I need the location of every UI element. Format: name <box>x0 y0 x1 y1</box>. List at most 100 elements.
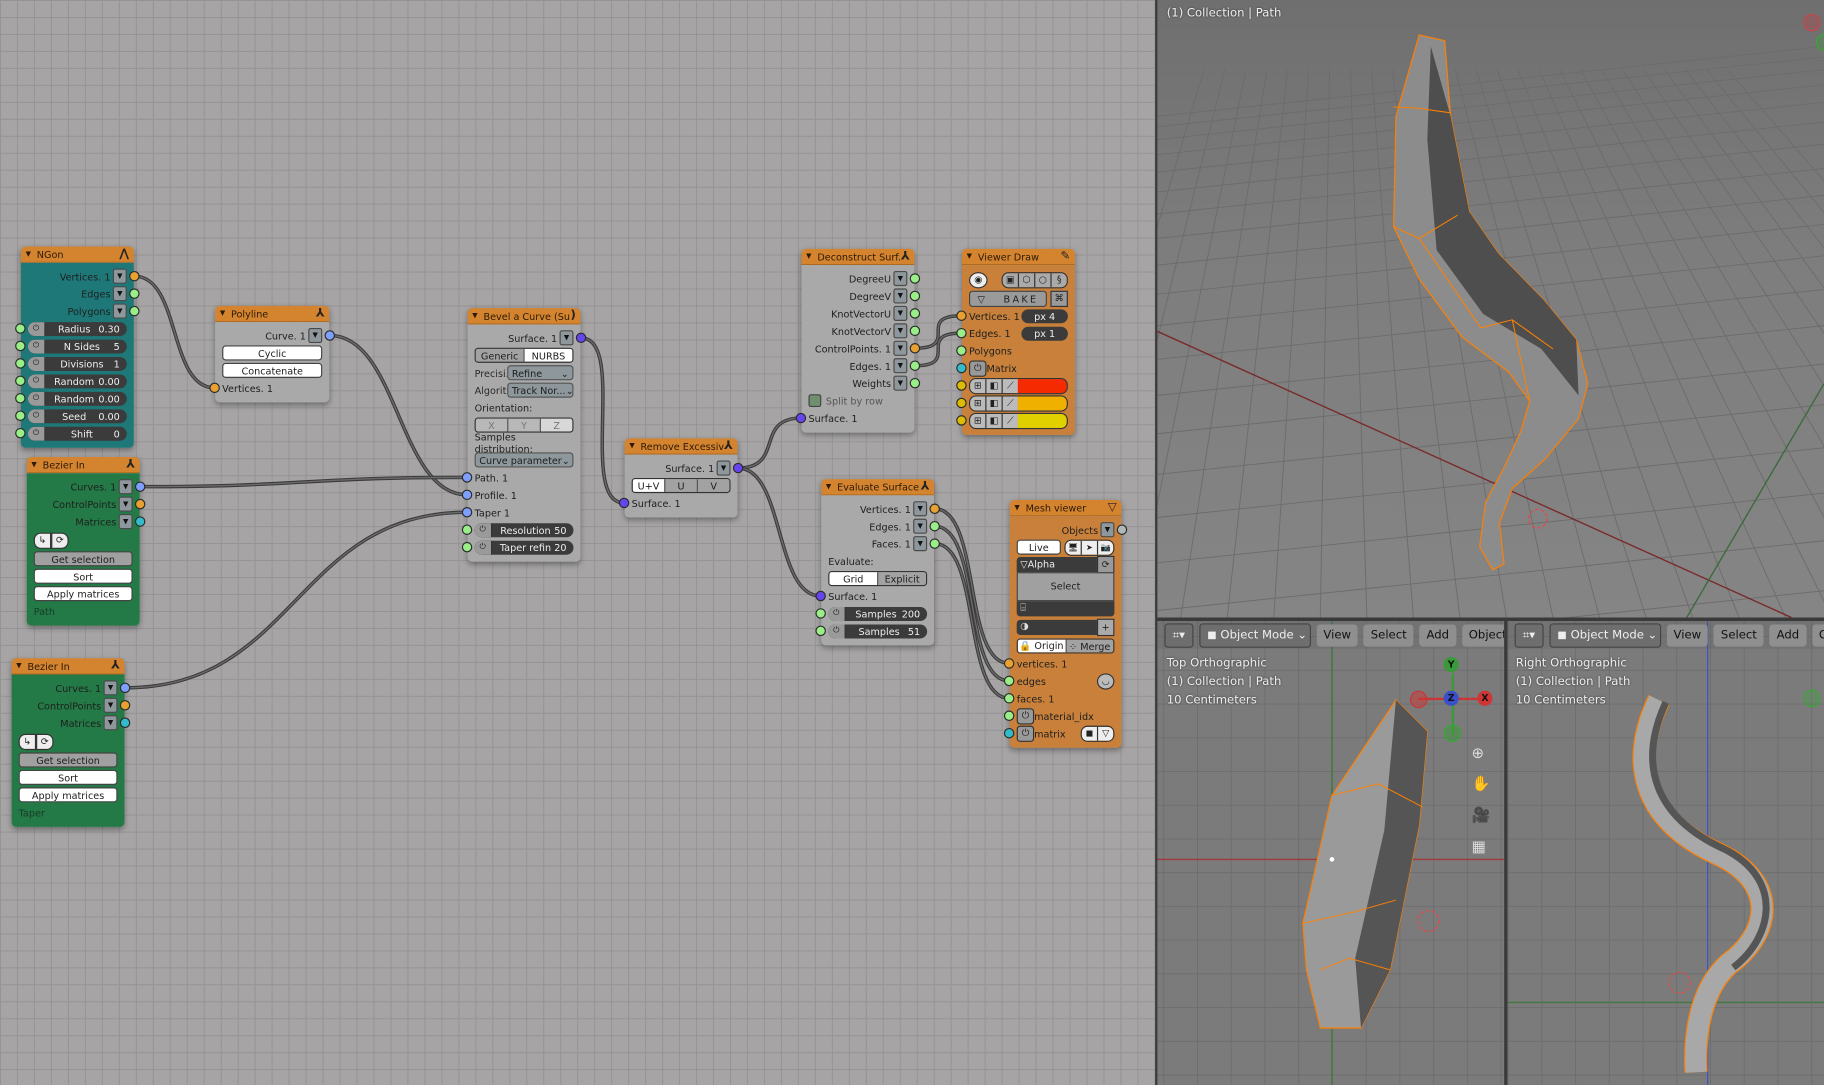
node-link[interactable] <box>934 507 1010 666</box>
socket[interactable] <box>461 472 473 483</box>
sort-button[interactable]: Sort <box>18 769 118 785</box>
node-link[interactable] <box>140 476 468 488</box>
socket[interactable] <box>956 327 967 339</box>
toggle-option[interactable]: U+V <box>632 479 665 492</box>
wireframe-icon[interactable]: ▽ <box>1096 726 1114 741</box>
grid-toggle-icon[interactable]: ▦ <box>1472 838 1486 855</box>
socket[interactable] <box>119 700 131 711</box>
plug-icon[interactable]: ⏻ <box>27 321 46 336</box>
plug-icon[interactable]: ⏻ <box>828 623 846 638</box>
toggle-option[interactable]: Y <box>507 418 540 432</box>
node-mesh[interactable]: ▼ Mesh viewer ▽ Objects ▼ Live 🖥 ➤ 📷 ▽ Alpha ⟳ Sele… <box>1003 500 1128 748</box>
node-link[interactable] <box>125 510 468 690</box>
collapse-triangle-icon[interactable]: ▼ <box>26 250 31 258</box>
plug-icon[interactable]: ⏻ <box>27 356 46 371</box>
color-swatch[interactable] <box>1017 378 1067 393</box>
menu-add[interactable]: Add <box>1769 623 1807 646</box>
get-selection-button[interactable]: Get selection <box>18 752 118 768</box>
gizmo-x[interactable]: X <box>1477 690 1493 706</box>
menu-object[interactable]: Object <box>1461 623 1505 646</box>
socket[interactable] <box>815 625 826 637</box>
node-link[interactable] <box>934 525 1010 682</box>
socket[interactable] <box>956 310 967 321</box>
toggle-option[interactable]: V <box>696 479 730 492</box>
output-dropdown[interactable]: ▼ <box>112 286 127 302</box>
output-dropdown[interactable]: ▼ <box>559 330 574 346</box>
output-dropdown[interactable]: ▼ <box>1100 522 1115 538</box>
toggle-option[interactable]: U <box>664 479 697 492</box>
edge-icon[interactable]: ⟋ <box>1001 413 1018 428</box>
plug-icon[interactable]: ⏻ <box>27 408 46 423</box>
node-link[interactable] <box>738 416 801 470</box>
collapse-triangle-icon[interactable]: ▼ <box>806 252 811 260</box>
viewport-perspective[interactable]: (1) Collection | Path <box>1157 0 1824 618</box>
socket[interactable] <box>909 290 921 302</box>
gizmo-y[interactable]: Y <box>1443 657 1459 673</box>
plug-icon[interactable]: ⏻ <box>27 426 46 441</box>
display-icon[interactable]: ⊞ <box>970 378 986 393</box>
node-header[interactable]: ▼ Bezier In ⅄ <box>11 658 125 675</box>
socket[interactable] <box>956 345 967 356</box>
gizmo-x-neg[interactable] <box>1409 690 1428 709</box>
select-dropdown[interactable]: Refine ⌄ <box>507 365 574 381</box>
socket[interactable] <box>1003 675 1015 687</box>
node-header[interactable]: ▼ Remove Excessiv... ⅄ <box>624 438 738 455</box>
socket[interactable] <box>815 590 826 602</box>
collapse-triangle-icon[interactable]: ▼ <box>472 312 477 320</box>
slider-divisions[interactable]: ⏻ Divisions 1 <box>27 356 127 371</box>
socket[interactable] <box>15 358 26 369</box>
edge-icon[interactable]: ⟋ <box>1001 378 1018 393</box>
node-evals[interactable]: ▼ Evaluate Surface ⅄ Vertices. 1 ▼ Edges. 1 ▼ F… <box>815 479 940 646</box>
display-icon[interactable]: ⊞ <box>970 413 986 428</box>
select-button[interactable]: Select <box>1016 571 1115 601</box>
mode-dropdown[interactable]: ◼ Object Mode ⌄ <box>1549 622 1661 648</box>
node-remove[interactable]: ▼ Remove Excessiv... ⅄ Surface. 1 ▼ U+V U V Surf… <box>618 438 744 518</box>
node-bez-path[interactable]: ▼ Bezier In ⅄ Curves. 1 ▼ ControlPoints ▼ Matri… <box>26 457 146 626</box>
output-dropdown[interactable]: ▼ <box>893 288 908 304</box>
toggle-option[interactable]: Z <box>539 418 573 432</box>
gizmo-y-neg[interactable] <box>1803 689 1821 708</box>
shade-icon[interactable]: ◧ <box>985 378 1002 393</box>
node-link[interactable] <box>914 332 962 367</box>
refresh-icon[interactable]: ⟳ <box>1096 555 1115 573</box>
viewport-right[interactable]: ⌗▾ ◼ Object Mode ⌄ View Select Add Obj R… <box>1507 620 1824 1085</box>
slider-random[interactable]: ⏻ Random 0.00 <box>27 391 127 406</box>
node-link[interactable] <box>125 511 468 689</box>
camera-icon[interactable]: 🎥 <box>1472 807 1491 824</box>
pan-hand-icon[interactable]: ✋ <box>1472 776 1491 793</box>
node-header[interactable]: ▼ Bevel a Curve (Su...) <box>467 308 581 325</box>
zoom-icon[interactable]: ⊕ <box>1472 745 1485 762</box>
socket[interactable] <box>134 481 146 492</box>
node-link[interactable] <box>738 467 821 597</box>
slider-n-sides[interactable]: ⏻ N Sides 5 <box>27 338 127 353</box>
cyclic-button[interactable]: Cyclic <box>222 345 323 361</box>
socket[interactable] <box>119 682 131 694</box>
color-swatch[interactable] <box>1017 395 1067 410</box>
socket[interactable] <box>618 497 630 509</box>
menu-view[interactable]: View <box>1316 623 1358 646</box>
plug-icon[interactable]: ⏻ <box>27 338 46 353</box>
menu-select[interactable]: Select <box>1363 623 1414 646</box>
socket[interactable] <box>909 360 921 371</box>
alpha-field[interactable]: ▽ Alpha <box>1016 556 1097 572</box>
cycle-icon[interactable]: ⟳ <box>36 733 54 750</box>
collapse-triangle-icon[interactable]: ▼ <box>1014 504 1019 512</box>
plug-icon[interactable]: ⏻ <box>1016 707 1035 724</box>
gizmo-y-neg[interactable] <box>1443 724 1462 742</box>
output-dropdown[interactable]: ▼ <box>893 305 908 321</box>
solid-icon[interactable]: ◼ <box>1081 726 1097 741</box>
node-polyline[interactable]: ▼ Polyline ⅄ Curve. 1 ▼ Cyclic Concatenate Vert… <box>209 305 336 403</box>
eye-icon[interactable]: ◉ <box>969 271 988 288</box>
wire-icon[interactable]: § <box>1050 272 1067 287</box>
socket[interactable] <box>732 462 744 474</box>
socket[interactable] <box>129 288 140 299</box>
get-selection-button[interactable]: Get selection <box>33 551 133 567</box>
output-dropdown[interactable]: ▼ <box>913 536 928 552</box>
menu-select[interactable]: Select <box>1713 623 1764 646</box>
socket[interactable] <box>956 380 967 391</box>
node-link[interactable] <box>914 315 962 349</box>
socket[interactable] <box>795 412 807 424</box>
node-link[interactable] <box>134 275 215 389</box>
socket[interactable] <box>209 382 220 394</box>
output-dropdown[interactable]: ▼ <box>103 697 118 713</box>
